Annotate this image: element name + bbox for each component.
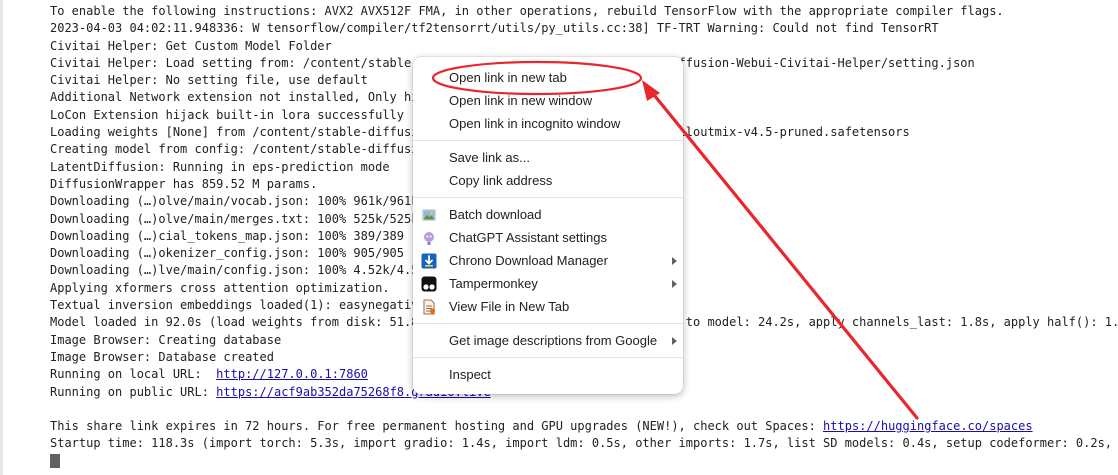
menu-separator [413, 197, 683, 198]
menu-item-chatgpt-assistant-settings[interactable]: ChatGPT Assistant settings [413, 226, 683, 249]
chatgpt-assistant-icon [421, 230, 437, 246]
console-line-text: Applying xformers cross attention optimi… [50, 280, 390, 295]
console-line-text: Textual inversion embeddings loaded(1): … [50, 298, 426, 313]
menu-item-open-link-in-new-tab[interactable]: Open link in new tab [413, 66, 683, 89]
console-link[interactable]: http://127.0.0.1:7860 [216, 367, 368, 381]
menu-item-label: Chrono Download Manager [449, 253, 608, 268]
menu-item-batch-download[interactable]: Batch download [413, 203, 683, 226]
menu-item-label: Copy link address [449, 173, 553, 188]
console-link[interactable]: https://huggingface.co/spaces [823, 419, 1033, 433]
chevron-right-icon [672, 280, 677, 288]
menu-item-label: Batch download [449, 207, 542, 222]
batch-download-icon [421, 207, 437, 223]
console-line: Civitai Helper: Get Custom Model Folder [50, 38, 1118, 55]
menu-item-tampermonkey[interactable]: Tampermonkey [413, 272, 683, 295]
console-line: 2023-04-03 04:02:11.948336: W tensorflow… [50, 20, 1118, 37]
text-cursor [50, 453, 60, 468]
console-line-text: Image Browser: Creating database [50, 332, 282, 347]
menu-item-copy-link-address[interactable]: Copy link address [413, 169, 683, 192]
console-line-text: Civitai Helper: No setting file, use def… [50, 73, 368, 88]
menu-separator [413, 323, 683, 324]
menu-item-label: Open link in new window [449, 93, 593, 108]
console-line-text: Civitai Helper: Get Custom Model Folder [50, 38, 332, 53]
menu-item-chrono-download-manager[interactable]: Chrono Download Manager [413, 249, 683, 272]
menu-item-inspect[interactable]: Inspect [413, 363, 683, 386]
menu-item-label: Tampermonkey [449, 276, 538, 291]
menu-separator [413, 140, 683, 141]
menu-item-label: Open link in incognito window [449, 116, 621, 131]
chevron-right-icon [672, 337, 677, 345]
chrono-download-icon [421, 253, 437, 269]
menu-item-open-link-in-new-window[interactable]: Open link in new window [413, 89, 683, 112]
menu-item-label: Save link as... [449, 150, 530, 165]
menu-item-get-image-descriptions-from-google[interactable]: Get image descriptions from Google [413, 329, 683, 352]
console-line-text: LoCon Extension hijack built-in lora suc… [50, 107, 405, 122]
menu-item-label: ChatGPT Assistant settings [449, 230, 607, 245]
menu-item-label: Get image descriptions from Google [449, 333, 658, 348]
tampermonkey-icon [421, 276, 437, 292]
console-line: This share link expires in 72 hours. For… [50, 418, 1118, 435]
context-menu: Open link in new tab Open link in new win… [413, 57, 683, 394]
menu-separator [413, 357, 683, 358]
console-line-text: Image Browser: Database created [50, 349, 274, 364]
menu-item-label: View File in New Tab [449, 299, 570, 314]
console-line-text: DiffusionWrapper has 859.52 M params. [50, 176, 318, 191]
menu-item-label: Inspect [449, 367, 491, 382]
menu-item-open-link-in-incognito-window[interactable]: Open link in incognito window [413, 112, 683, 135]
console-line-text: LatentDiffusion: Running in eps-predicti… [50, 159, 390, 174]
output-gutter [0, 0, 3, 475]
console-line: To enable the following instructions: AV… [50, 3, 1118, 20]
console-line-text: 2023-04-03 04:02:11.948336: W tensorflow… [50, 21, 939, 36]
console-line-text: Running on public URL: [50, 384, 217, 399]
console-line-text: Running on local URL: [50, 367, 217, 382]
menu-item-label: Open link in new tab [449, 70, 567, 85]
view-file-icon [421, 299, 437, 315]
console-line-text: Startup time: 118.3s (import torch: 5.3s… [50, 436, 1118, 451]
console-line: Startup time: 118.3s (import torch: 5.3s… [50, 435, 1118, 452]
console-line-text: To enable the following instructions: AV… [50, 4, 1004, 18]
menu-item-save-link-as[interactable]: Save link as... [413, 146, 683, 169]
console-cursor-line [50, 453, 1118, 470]
chevron-right-icon [672, 257, 677, 265]
menu-item-view-file-in-new-tab[interactable]: View File in New Tab [413, 295, 683, 318]
console-line-text: This share link expires in 72 hours. For… [50, 419, 824, 434]
